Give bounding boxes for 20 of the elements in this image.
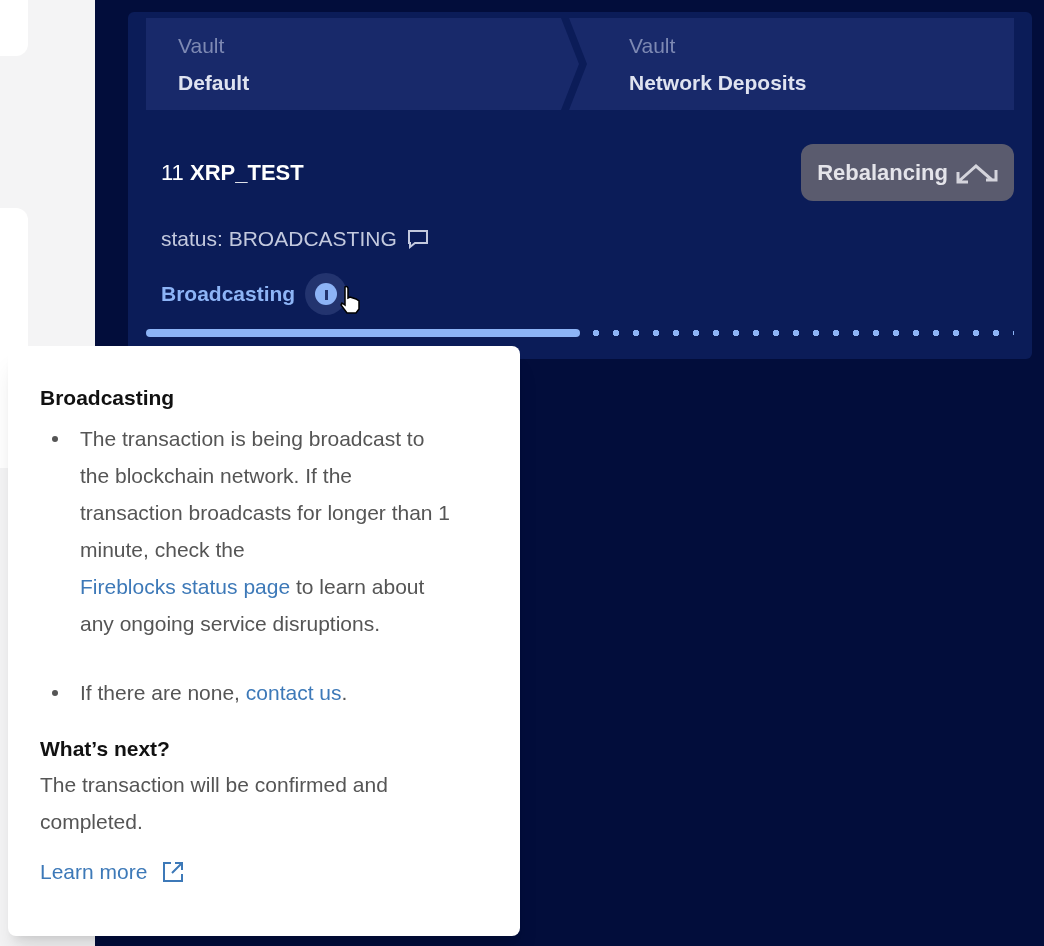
step-label: Vault: [178, 32, 226, 59]
step-label: Vault: [629, 32, 677, 59]
rebalancing-tag: Rebalancing: [801, 144, 1014, 201]
status-text: status: BROADCASTING: [161, 226, 397, 252]
stage-link[interactable]: Broadcasting: [161, 277, 296, 310]
transfer-amount: 11 XRP_TEST: [161, 159, 304, 187]
learn-more-link[interactable]: Learn more: [40, 856, 186, 888]
step-name: Network Deposits: [629, 70, 808, 96]
tooltip-title: Broadcasting: [40, 385, 176, 411]
external-link-icon: [161, 859, 186, 884]
hand-cursor-icon: [338, 284, 362, 315]
inline-link[interactable]: Fireblocks status page: [80, 574, 291, 598]
comment-icon: [406, 228, 429, 249]
step-name: Default: [178, 70, 251, 96]
next-title: What’s next?: [40, 735, 171, 762]
swap-arrows-icon: [956, 161, 998, 184]
next-text: The transaction will be confirmed and completed.: [40, 772, 389, 835]
tooltip-text: If there are none, contact us.: [80, 679, 349, 706]
tooltip-text: The transaction is being broadcast to the blockchain network. If the transaction broadcasts for longer than 1 minute, check the Fireblocks status page to learn about any ongoing service disruptions.: [80, 425, 452, 637]
inline-link[interactable]: contact us: [245, 680, 342, 704]
